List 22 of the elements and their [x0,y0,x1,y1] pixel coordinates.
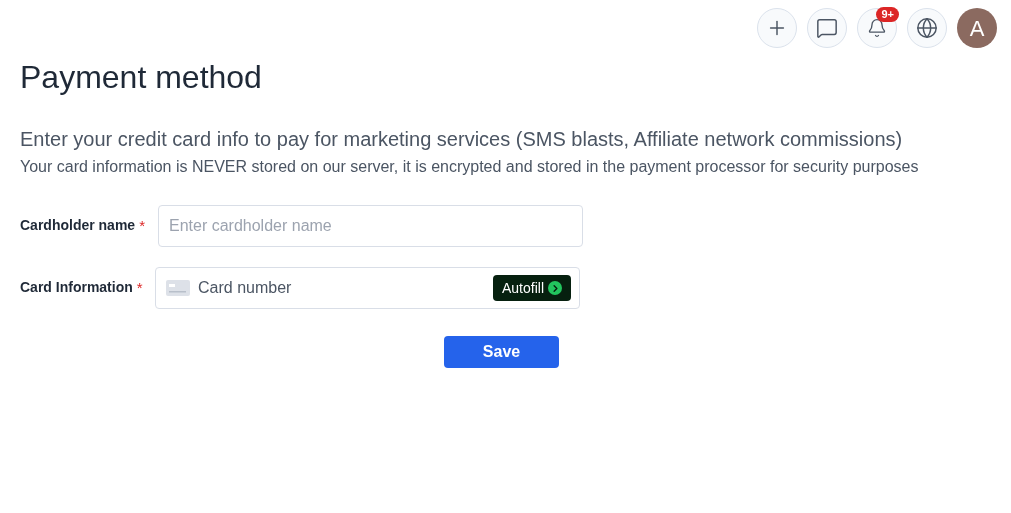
autofill-button[interactable]: Autofill [492,275,571,301]
credit-card-icon [166,280,190,296]
chat-button[interactable] [807,8,847,48]
page-title: Payment method [20,58,263,97]
user-avatar[interactable]: A [957,8,997,48]
globe-icon [916,17,938,39]
page-subtitle: Enter your credit card info to pay for marketing services (SMS blasts, Affiliate network commissions) [20,127,904,152]
card-number-field[interactable]: Card number Autofill [155,267,580,309]
cardholder-name-field[interactable]: Enter cardholder name [158,205,583,247]
bell-icon [867,18,887,38]
required-mark: * [136,278,143,298]
field-label: Card Information [20,278,133,297]
notifications-button[interactable]: 9+ [857,8,897,48]
chevron-icon [548,281,562,295]
required-mark: * [139,216,145,236]
save-button[interactable]: Save [444,336,559,368]
security-note: Your card information is NEVER stored on our server, it is encrypted and stored in the payment processor for security purposes [20,157,920,177]
notification-badge: 9+ [876,7,899,22]
language-button[interactable] [907,8,947,48]
add-button[interactable] [757,8,797,48]
chat-icon [816,17,838,39]
field-label: Cardholder name [20,216,136,235]
